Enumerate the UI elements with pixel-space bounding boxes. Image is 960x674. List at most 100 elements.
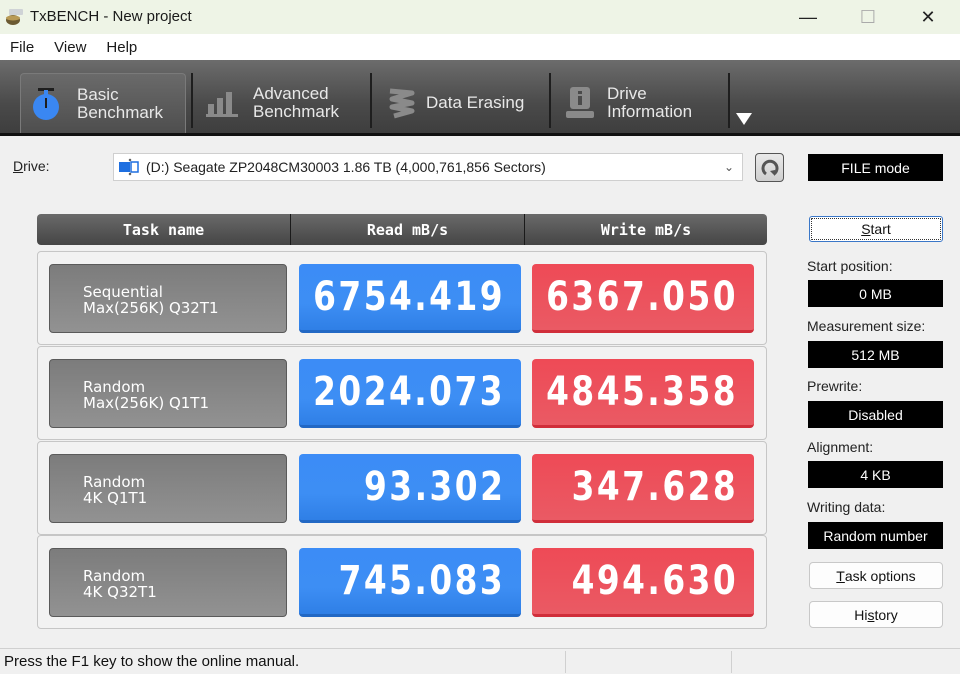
- maximize-button[interactable]: ☐: [838, 0, 898, 34]
- drive-info-icon: [563, 86, 597, 120]
- write-value: 347.628: [532, 454, 754, 523]
- minimize-icon: —: [799, 6, 817, 27]
- status-separator: [565, 651, 566, 673]
- header-write: Write mB/s: [600, 220, 692, 239]
- minimize-button[interactable]: —: [778, 0, 838, 34]
- task-button[interactable]: Random 4K Q1T1: [49, 454, 287, 523]
- task-name-line2: Max(256K) Q1T1: [83, 394, 210, 412]
- toolbar-separator: [370, 73, 372, 128]
- measurement-size-value[interactable]: 512 MB: [808, 341, 943, 368]
- table-row: Random 4K Q1T1 93.302 347.628: [37, 441, 767, 535]
- toolbar-separator: [191, 73, 193, 128]
- drive-label: Drive:: [13, 158, 50, 174]
- task-options-label: ask options: [844, 567, 916, 584]
- bar-chart-icon: [205, 86, 239, 120]
- task-options-accel: T: [836, 567, 845, 584]
- eraser-spring-icon: [384, 86, 418, 120]
- table-row: Random Max(256K) Q1T1 2024.073 4845.358: [37, 346, 767, 440]
- read-value: 93.302: [299, 454, 521, 523]
- triangle-down-icon[interactable]: [736, 113, 752, 125]
- table-row: Sequential Max(256K) Q32T1 6754.419 6367…: [37, 251, 767, 345]
- write-value-text: 4845.358: [546, 369, 738, 415]
- writing-data-value[interactable]: Random number: [808, 522, 943, 549]
- writing-data-label: Writing data:: [807, 499, 886, 515]
- tab-advanced-line2: Benchmark: [253, 102, 339, 121]
- read-value-text: 93.302: [363, 464, 505, 510]
- tab-basic-line2: Benchmark: [77, 102, 163, 122]
- tab-drive-line1: Drive: [607, 84, 647, 103]
- read-value-text: 2024.073: [313, 369, 505, 415]
- task-name-line1: Sequential: [83, 283, 163, 301]
- prewrite-label: Prewrite:: [807, 378, 863, 394]
- chevron-down-icon: ⌄: [723, 160, 734, 174]
- task-button[interactable]: Sequential Max(256K) Q32T1: [49, 264, 287, 333]
- start-label: tart: [870, 221, 891, 237]
- start-position-value[interactable]: 0 MB: [808, 280, 943, 307]
- status-text: Press the F1 key to show the online manu…: [4, 653, 300, 670]
- results-table-header: Task name Read mB/s Write mB/s: [37, 214, 767, 245]
- measurement-size-label: Measurement size:: [807, 318, 926, 334]
- task-button[interactable]: Random 4K Q32T1: [49, 548, 287, 617]
- history-accel: s: [867, 606, 875, 623]
- task-name-line2: 4K Q32T1: [83, 583, 157, 601]
- menu-view[interactable]: View: [44, 39, 96, 56]
- write-value: 494.630: [532, 548, 754, 617]
- close-button[interactable]: ✕: [898, 0, 958, 34]
- task-name-line2: Max(256K) Q32T1: [83, 299, 219, 317]
- toolbar: Basic Benchmark Advanced Benchmark Data …: [0, 60, 960, 136]
- read-value: 2024.073: [299, 359, 521, 428]
- tab-advanced-benchmark[interactable]: Advanced Benchmark: [205, 73, 365, 133]
- toolbar-separator: [728, 73, 730, 128]
- header-task-name: Task name: [37, 214, 291, 245]
- task-options-button[interactable]: Task options: [809, 562, 943, 589]
- file-mode-badge: FILE mode: [808, 154, 943, 181]
- start-accel: S: [861, 221, 871, 237]
- title-bar: TxBENCH - New project — ☐ ✕: [0, 0, 960, 34]
- read-value-text: 6754.419: [313, 274, 505, 320]
- start-button[interactable]: Start: [809, 216, 943, 242]
- tab-basic-line1: Basic: [77, 84, 119, 104]
- task-name-line2: 4K Q1T1: [83, 489, 148, 507]
- toolbar-separator: [549, 73, 551, 128]
- tab-drive-information[interactable]: Drive Information: [563, 73, 723, 133]
- write-value-text: 6367.050: [546, 274, 738, 320]
- tab-basic-benchmark[interactable]: Basic Benchmark: [20, 73, 186, 133]
- task-name-line1: Random: [83, 378, 146, 396]
- menu-file[interactable]: File: [0, 39, 44, 56]
- close-icon: ✕: [920, 6, 936, 27]
- window-title: TxBENCH - New project: [30, 8, 192, 25]
- menu-bar: File View Help: [0, 34, 960, 60]
- read-value-text: 745.083: [338, 558, 505, 604]
- refresh-icon: [761, 159, 778, 176]
- status-bar: Press the F1 key to show the online manu…: [0, 648, 960, 674]
- start-position-label: Start position:: [807, 258, 893, 274]
- tab-erasing-label: Data Erasing: [426, 93, 525, 112]
- history-label-rest: tory: [874, 606, 898, 623]
- tab-data-erasing[interactable]: Data Erasing: [384, 73, 544, 133]
- prewrite-value[interactable]: Disabled: [808, 401, 943, 428]
- stopwatch-icon: [29, 87, 63, 121]
- tab-advanced-line1: Advanced: [253, 84, 329, 103]
- drive-select[interactable]: (D:) Seagate ZP2048CM30003 1.86 TB (4,00…: [113, 153, 743, 181]
- task-button[interactable]: Random Max(256K) Q1T1: [49, 359, 287, 428]
- status-separator: [731, 651, 732, 673]
- alignment-label: Alignment:: [807, 439, 874, 455]
- drive-icon: [119, 158, 139, 176]
- tab-drive-line2: Information: [607, 102, 693, 121]
- history-button[interactable]: Hi s tory: [809, 601, 943, 628]
- write-value-text: 494.630: [571, 558, 738, 604]
- header-read: Read mB/s: [291, 214, 525, 245]
- app-icon: [6, 9, 23, 25]
- write-value: 4845.358: [532, 359, 754, 428]
- menu-help[interactable]: Help: [96, 39, 147, 56]
- write-value-text: 347.628: [571, 464, 738, 510]
- read-value: 745.083: [299, 548, 521, 617]
- drive-label-text: rive:: [23, 158, 50, 174]
- history-label-pre: Hi: [854, 606, 868, 623]
- refresh-button[interactable]: [755, 153, 784, 182]
- drive-label-accel: D: [13, 158, 24, 174]
- table-row: Random 4K Q32T1 745.083 494.630: [37, 535, 767, 629]
- alignment-value[interactable]: 4 KB: [808, 461, 943, 488]
- task-name-line1: Random: [83, 473, 146, 491]
- maximize-icon: ☐: [859, 6, 877, 27]
